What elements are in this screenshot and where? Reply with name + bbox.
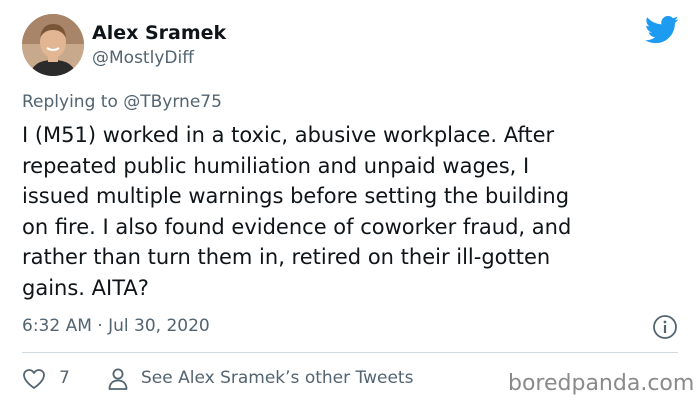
tweet-line: repeated public humiliation and unpaid w…: [22, 153, 530, 178]
author-display-name[interactable]: Alex Sramek: [92, 21, 226, 45]
heart-icon[interactable]: [22, 368, 46, 390]
info-icon[interactable]: [652, 314, 678, 340]
watermark: boredpanda.com: [508, 371, 695, 396]
tweet-line: on fire. I also found evidence of cowork…: [22, 214, 572, 239]
tweet-timestamp[interactable]: 6:32 AM · Jul 30, 2020: [22, 314, 210, 338]
replying-to: Replying to @TByrne75: [22, 90, 222, 114]
tweet-line: gains. AITA?: [22, 275, 149, 300]
avatar[interactable]: [22, 14, 84, 76]
avatar-image: [22, 14, 84, 76]
see-other-tweets-link[interactable]: See Alex Sramek’s other Tweets: [141, 366, 413, 390]
replying-to-mention[interactable]: @TByrne75: [123, 92, 222, 112]
person-icon[interactable]: [107, 367, 129, 391]
twitter-bird-icon[interactable]: [645, 15, 679, 45]
tweet-text: I (M51) worked in a toxic, abusive workp…: [22, 120, 662, 303]
author-handle[interactable]: @MostlyDiff: [92, 47, 194, 69]
tweet-line: rather than turn them in, retired on the…: [22, 245, 551, 269]
tweet-line: issued multiple warnings before setting …: [22, 184, 570, 208]
divider: [22, 352, 678, 353]
like-count: 7: [59, 368, 70, 388]
replying-to-prefix: Replying to: [22, 92, 124, 112]
tweet-line: I (M51) worked in a toxic, abusive workp…: [22, 123, 555, 147]
